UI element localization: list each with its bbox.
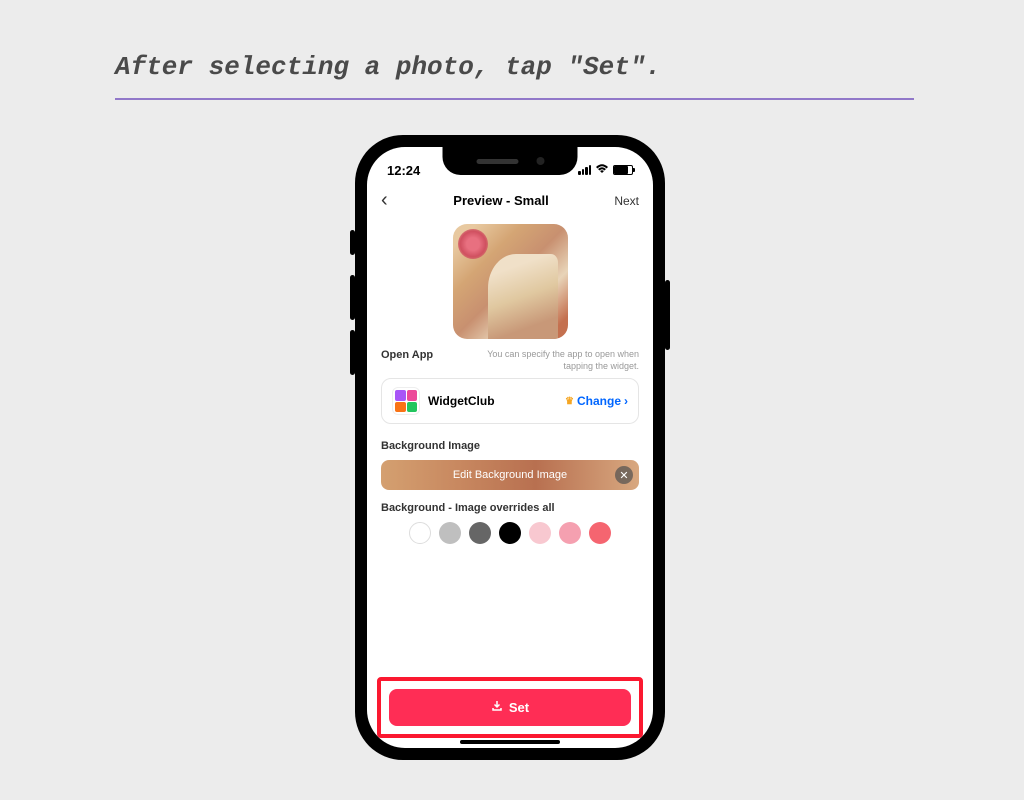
open-app-label: Open App (381, 349, 433, 361)
background-image-label: Background Image (381, 440, 639, 452)
open-app-hint: You can specify the app to open when tap… (469, 349, 639, 372)
set-button-label: Set (509, 700, 529, 715)
back-button[interactable]: ‹ (381, 189, 388, 212)
color-swatch[interactable] (589, 522, 611, 544)
edit-background-label: Edit Background Image (453, 469, 567, 481)
signal-icon (578, 165, 591, 175)
color-swatch[interactable] (559, 522, 581, 544)
nav-title: Preview - Small (453, 193, 548, 208)
status-time: 12:24 (387, 163, 420, 178)
color-swatch[interactable] (529, 522, 551, 544)
side-button (350, 330, 355, 375)
side-button (665, 280, 670, 350)
wifi-icon (595, 163, 609, 177)
app-name: WidgetClub (428, 394, 557, 408)
nav-header: ‹ Preview - Small Next (367, 183, 653, 218)
screen: 12:24 ‹ Preview - Small Next Open App Yo… (367, 147, 653, 748)
color-swatch[interactable] (409, 522, 431, 544)
app-icon (392, 387, 420, 415)
change-button[interactable]: ♛ Change › (565, 394, 628, 408)
battery-icon (613, 165, 633, 175)
color-swatch[interactable] (499, 522, 521, 544)
side-button (350, 230, 355, 255)
notch (443, 147, 578, 175)
widget-preview-image (453, 224, 568, 339)
home-indicator[interactable] (460, 740, 560, 744)
close-icon[interactable]: ✕ (615, 466, 633, 484)
download-icon (491, 700, 503, 715)
side-button (350, 275, 355, 320)
color-swatch[interactable] (439, 522, 461, 544)
edit-background-button[interactable]: Edit Background Image ✕ (381, 460, 639, 490)
color-swatch[interactable] (469, 522, 491, 544)
instruction-heading: After selecting a photo, tap "Set". (115, 52, 914, 100)
crown-icon: ♛ (565, 396, 574, 407)
next-button[interactable]: Next (614, 194, 639, 208)
chevron-right-icon: › (624, 394, 628, 408)
change-label: Change (577, 394, 621, 408)
set-button[interactable]: Set (389, 689, 631, 726)
phone-frame: 12:24 ‹ Preview - Small Next Open App Yo… (355, 135, 665, 760)
app-card[interactable]: WidgetClub ♛ Change › (381, 378, 639, 424)
background-color-label: Background - Image overrides all (381, 502, 639, 514)
color-swatches (381, 522, 639, 544)
set-button-highlight: Set (377, 677, 643, 738)
